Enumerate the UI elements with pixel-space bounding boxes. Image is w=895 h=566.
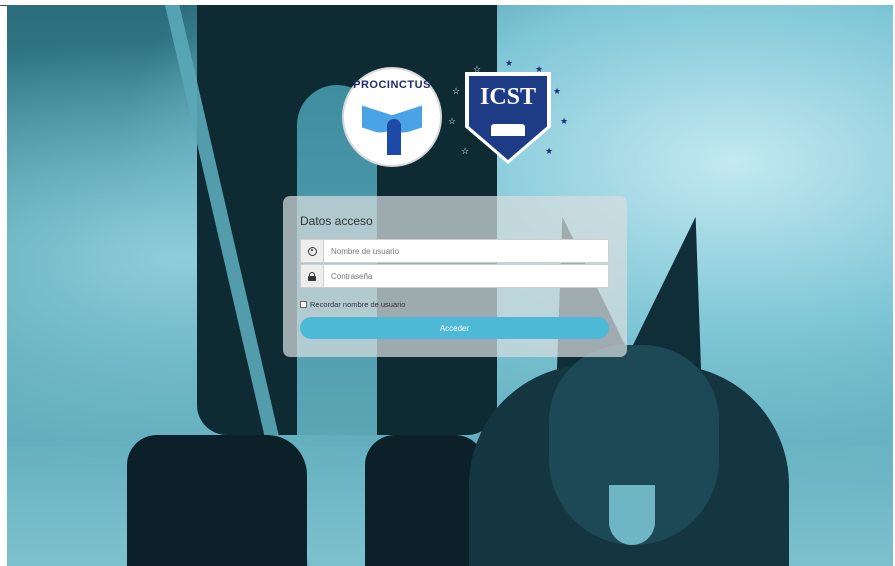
star-icon: ★ — [545, 146, 554, 156]
login-panel: Datos acceso Recordar nombre de usuario … — [283, 196, 627, 357]
star-icon: ☆ — [461, 146, 470, 156]
username-input[interactable] — [325, 240, 608, 262]
star-icon: ☆ — [452, 86, 461, 96]
star-icon: ★ — [505, 58, 514, 68]
remember-username-checkbox[interactable] — [300, 301, 307, 308]
user-circle-icon — [307, 246, 317, 256]
book-icon — [491, 124, 525, 136]
username-addon — [301, 240, 324, 262]
login-page: PROCINCTUS ☆ ★ ★ ★ ★ ★ ☆ ☆ ☆ ICST Datos … — [0, 0, 895, 566]
icst-logo: ☆ ★ ★ ★ ★ ★ ☆ ☆ ☆ ICST — [447, 58, 571, 170]
eagle-icon — [387, 119, 401, 155]
dog-tongue — [609, 485, 655, 545]
password-addon — [301, 265, 324, 287]
login-title: Datos acceso — [300, 214, 373, 228]
procinctus-logo-text: PROCINCTUS — [353, 79, 431, 91]
lock-icon — [308, 271, 316, 281]
background-boot-right — [365, 435, 485, 566]
login-submit-button[interactable]: Acceder — [300, 317, 609, 339]
star-icon: ★ — [560, 116, 569, 126]
password-field — [300, 264, 609, 288]
password-input[interactable] — [325, 265, 608, 287]
username-field — [300, 239, 609, 263]
window-edge-line — [0, 5, 7, 6]
remember-username-label[interactable]: Recordar nombre de usuario — [310, 300, 405, 309]
star-icon: ★ — [553, 86, 562, 96]
remember-username-row[interactable]: Recordar nombre de usuario — [300, 300, 405, 309]
icst-logo-text: ICST — [479, 84, 537, 110]
procinctus-logo: PROCINCTUS — [342, 67, 442, 167]
star-icon: ☆ — [448, 116, 457, 126]
background-boot-left — [127, 435, 307, 566]
